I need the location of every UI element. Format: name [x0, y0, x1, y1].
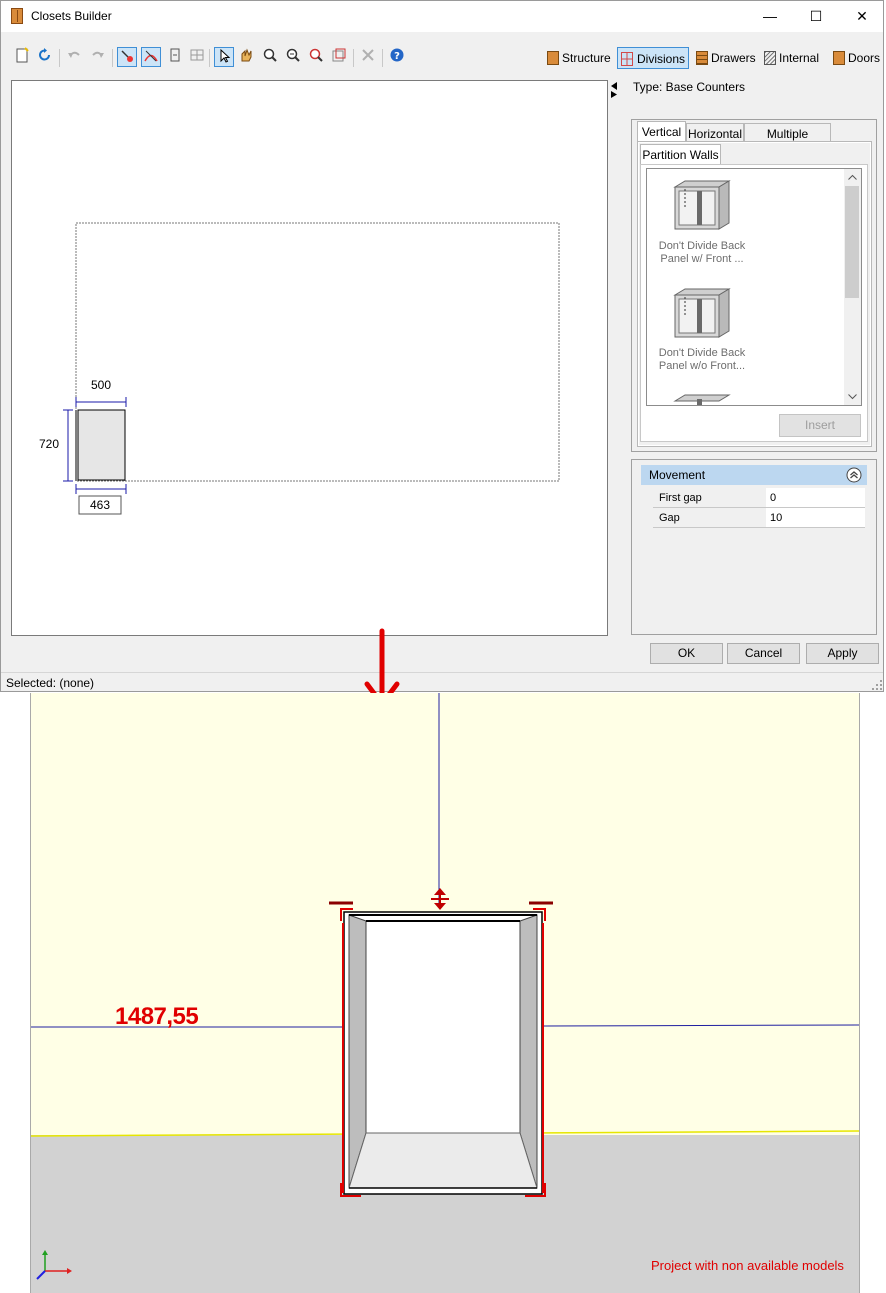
zoom-window-icon[interactable]: [306, 47, 326, 67]
prop-row-first-gap: First gap 0: [653, 488, 865, 508]
internal-icon: [764, 51, 776, 65]
title-bar: Closets Builder — ☐ ✕: [1, 1, 883, 32]
zoom-in-icon[interactable]: [260, 47, 280, 67]
grid-icon[interactable]: [187, 47, 207, 67]
cabinet-rect: [77, 409, 126, 481]
drawers-icon: [696, 51, 708, 65]
closets-builder-window: Closets Builder — ☐ ✕ ? Structure Divisi…: [0, 0, 884, 692]
movement-group-header[interactable]: Movement: [641, 465, 867, 485]
doors-icon: [833, 51, 845, 65]
first-gap-field[interactable]: 0: [766, 488, 865, 508]
type-label: Type: Base Counters: [633, 80, 746, 94]
warning-text: Project with non available models: [651, 1258, 844, 1273]
property-grid: [631, 459, 877, 635]
plan-canvas[interactable]: 500 720 463: [11, 80, 608, 636]
partition-list[interactable]: Don't Divide Back Panel w/ Front ... Don…: [646, 168, 862, 406]
zoom-out-icon[interactable]: [283, 47, 303, 67]
tab-structure[interactable]: Structure: [546, 47, 611, 69]
list-scrollbar[interactable]: [844, 169, 861, 405]
status-bar: Selected: (none): [1, 672, 883, 693]
movement-group-label: Movement: [649, 468, 706, 482]
insert-button[interactable]: Insert: [779, 414, 861, 437]
3d-viewport[interactable]: 1487,55 Project with non available model…: [30, 693, 860, 1293]
toolbar: ? Structure Divisions Drawers Internal D…: [1, 43, 883, 73]
window-title: Closets Builder: [31, 9, 112, 23]
cabinet-model: [343, 911, 543, 1195]
axis-gizmo-icon: [36, 1250, 72, 1280]
partition-thumb-icon: [673, 394, 731, 405]
scroll-thumb[interactable]: [845, 186, 859, 298]
ok-button[interactable]: OK: [650, 643, 723, 664]
redo-icon[interactable]: [88, 47, 108, 67]
tab-horizontal[interactable]: Horizontal: [686, 123, 744, 143]
list-item-label: Don't Divide Back Panel w/o Front...: [658, 347, 746, 372]
undo-icon[interactable]: [64, 47, 84, 67]
list-item[interactable]: Don't Divide Back Panel w/o Front...: [647, 277, 847, 383]
prop-row-gap: Gap 10: [653, 508, 865, 528]
tab-internal[interactable]: Internal: [763, 47, 819, 69]
help-icon[interactable]: ?: [387, 47, 407, 67]
scroll-down-icon[interactable]: [848, 394, 857, 400]
cancel-button[interactable]: Cancel: [727, 643, 800, 664]
distance-measure-label: 1487,55: [115, 1003, 199, 1030]
list-item-label: Don't Divide Back Panel w/ Front ...: [658, 240, 746, 265]
dim-height-label: 720: [39, 437, 60, 451]
partition-thumb-icon: [673, 180, 731, 230]
select-edge-icon[interactable]: [141, 47, 161, 67]
first-gap-label: First gap: [653, 488, 765, 508]
svg-text:?: ?: [394, 51, 400, 62]
gap-label: Gap: [653, 508, 765, 528]
pointer-icon[interactable]: [214, 47, 234, 67]
resize-icon[interactable]: [165, 47, 185, 67]
tab-doors[interactable]: Doors: [832, 47, 880, 69]
maximize-button[interactable]: ☐: [793, 1, 839, 32]
tab-vertical[interactable]: Vertical: [637, 121, 686, 142]
select-node-icon[interactable]: [117, 47, 137, 67]
collapse-icon[interactable]: [846, 467, 862, 483]
plan-drawing: [63, 222, 560, 515]
delete-icon[interactable]: [358, 47, 378, 67]
refresh-icon[interactable]: [35, 47, 55, 67]
panel-toggle-icon[interactable]: [609, 81, 619, 99]
list-item[interactable]: Don't Divide Back Panel w/ Front ...: [647, 169, 847, 275]
scroll-up-icon[interactable]: [848, 174, 857, 180]
dim-depth-label[interactable]: 463: [79, 498, 121, 512]
close-button[interactable]: ✕: [839, 1, 885, 32]
scene-drawing: [31, 693, 859, 1280]
tab-partition-walls[interactable]: Partition Walls: [640, 144, 721, 165]
apply-button[interactable]: Apply: [806, 643, 879, 664]
move-handle-icon: [431, 888, 449, 910]
gap-field[interactable]: 10: [766, 508, 865, 528]
tab-multiple-insertion[interactable]: Multiple insertion: [744, 123, 831, 161]
dim-width-label: 500: [91, 378, 112, 392]
status-text: Selected: (none): [6, 676, 95, 690]
structure-icon: [547, 51, 559, 65]
divisions-icon: [621, 52, 633, 66]
tab-drawers[interactable]: Drawers: [695, 47, 756, 69]
new-icon[interactable]: [12, 47, 32, 67]
pan-icon[interactable]: [237, 47, 257, 67]
area-outline: [75, 222, 560, 482]
resize-grip-icon[interactable]: [871, 679, 883, 691]
minimize-button[interactable]: —: [747, 1, 793, 32]
partition-thumb-icon: [673, 288, 731, 338]
closet-app-icon: [11, 8, 23, 24]
tab-divisions[interactable]: Divisions: [617, 47, 690, 69]
zoom-extents-icon[interactable]: [329, 47, 349, 67]
